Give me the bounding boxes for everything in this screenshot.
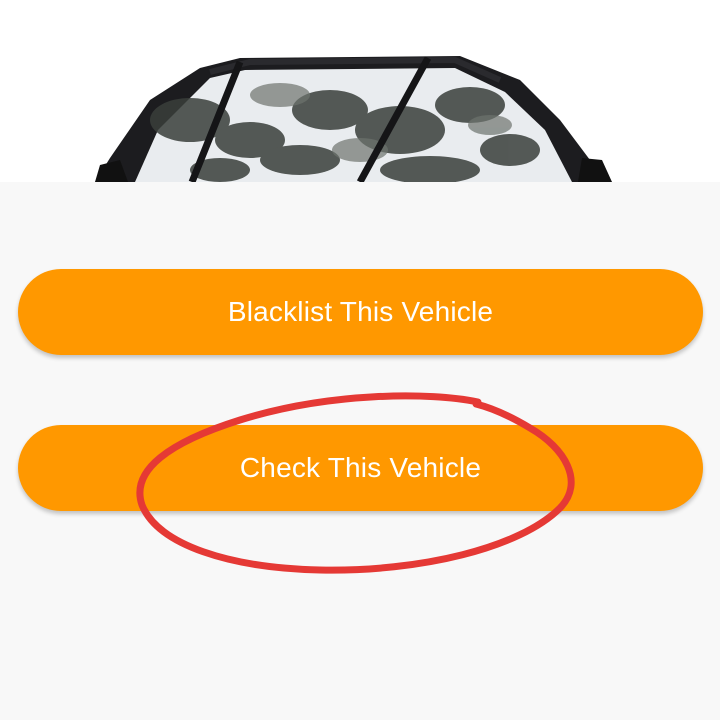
car-windshield-image <box>95 56 612 182</box>
vehicle-photo <box>0 0 720 182</box>
blacklist-vehicle-button[interactable]: Blacklist This Vehicle <box>18 269 703 355</box>
app-screen: Blacklist This Vehicle Check This Vehicl… <box>0 0 720 720</box>
check-vehicle-button[interactable]: Check This Vehicle <box>18 425 703 511</box>
